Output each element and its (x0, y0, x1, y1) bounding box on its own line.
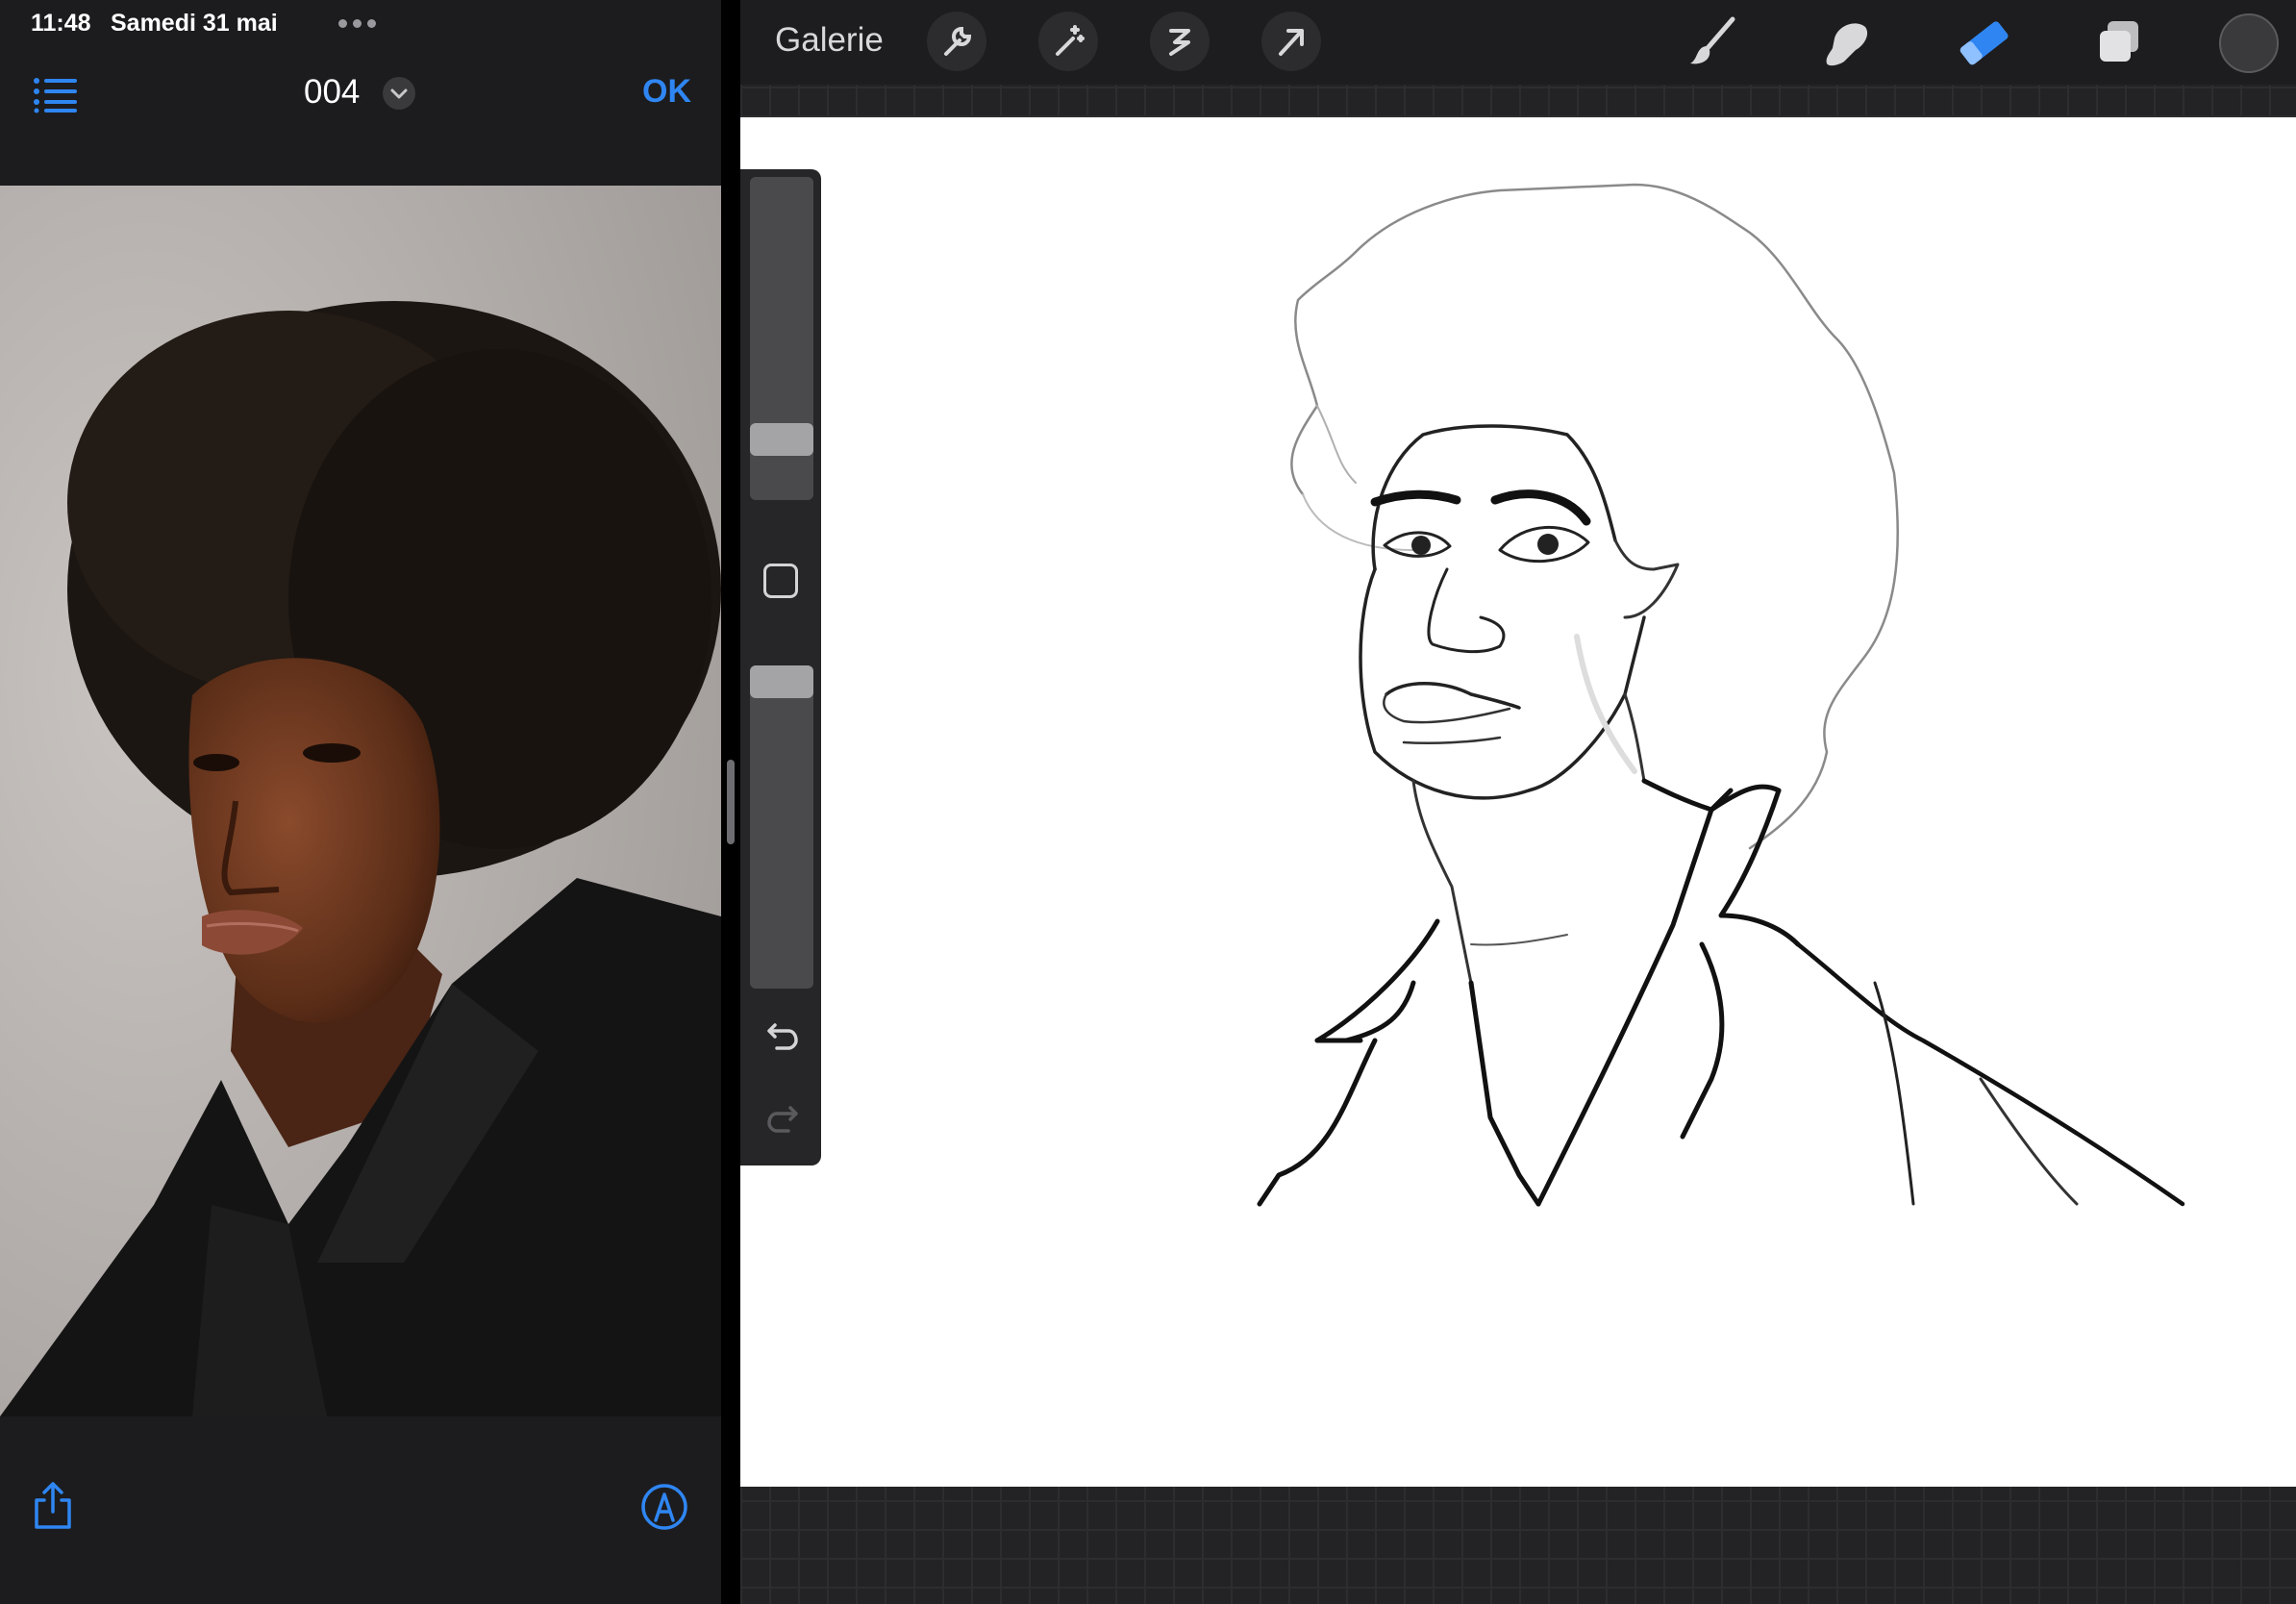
drawing-canvas[interactable] (740, 117, 2296, 1487)
opacity-slider[interactable] (750, 665, 813, 989)
status-bar: 11:48 Samedi 31 mai (0, 0, 721, 44)
procreate-sidebar (740, 169, 821, 1165)
document-title[interactable]: 004 (304, 73, 360, 112)
status-date: Samedi 31 mai (111, 10, 278, 37)
ok-button[interactable]: OK (642, 73, 691, 111)
list-icon[interactable] (33, 75, 79, 113)
selection-icon[interactable] (1150, 12, 1210, 71)
procreate-toolbar: Galerie (740, 0, 2296, 85)
opacity-thumb[interactable] (750, 665, 813, 698)
smudge-icon[interactable] (1817, 13, 1875, 71)
markup-icon[interactable] (640, 1483, 688, 1531)
layers-icon[interactable] (2090, 13, 2148, 71)
brush-size-thumb[interactable] (750, 423, 813, 456)
multitasking-dots-icon[interactable] (338, 15, 382, 33)
wrench-icon[interactable] (927, 12, 986, 71)
line-art-drawing (1257, 183, 2185, 1207)
chevron-down-icon[interactable] (383, 77, 415, 110)
reference-photo (0, 186, 721, 1416)
magic-wand-icon[interactable] (1038, 12, 1098, 71)
undo-icon[interactable] (763, 1015, 802, 1054)
gallery-button[interactable]: Galerie (775, 21, 884, 60)
redo-icon[interactable] (763, 1098, 802, 1137)
procreate-pane: Galerie (740, 0, 2296, 1604)
modify-square-icon[interactable] (763, 564, 798, 598)
split-view-handle[interactable] (727, 760, 735, 844)
eraser-icon[interactable] (1954, 13, 2013, 71)
share-icon[interactable] (31, 1481, 75, 1531)
brush-icon[interactable] (1683, 13, 1740, 71)
reference-footer (0, 1416, 721, 1604)
transform-arrow-icon[interactable] (1261, 12, 1321, 71)
color-swatch[interactable] (2219, 13, 2279, 73)
status-time: 11:48 (31, 10, 91, 37)
